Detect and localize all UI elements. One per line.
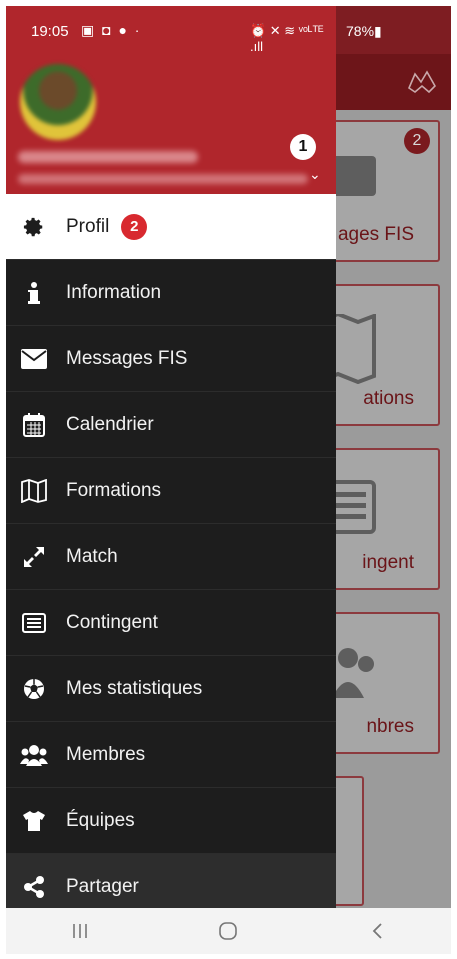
menu-item-label: Partager	[66, 875, 139, 897]
soccer-ball-icon	[20, 675, 48, 703]
info-icon	[20, 279, 48, 307]
menu-item-label: Formations	[66, 479, 162, 501]
menu-item-calendrier[interactable]: Calendrier	[6, 392, 336, 458]
menu-item-messages-fis[interactable]: Messages FIS	[6, 326, 336, 392]
menu-item-label: Information	[66, 281, 162, 303]
users-icon	[20, 741, 48, 769]
list-card-icon	[20, 609, 48, 637]
calendar-icon	[20, 411, 48, 439]
avatar[interactable]	[20, 64, 96, 140]
share-icon	[20, 873, 48, 901]
crest-logo-icon	[408, 70, 436, 94]
chevron-down-icon[interactable]: ⌄	[309, 166, 321, 183]
tile-label: nbres	[366, 716, 414, 737]
menu-item-label: Match	[66, 545, 118, 567]
tile-label: ages FIS	[337, 224, 414, 245]
status-bar: 19:05 ▣ ◘ ● · ⏰ ✕ ≋ ᵛᵒᴸᵀᴱ .ıll 78%▮	[6, 6, 382, 54]
battery-level: 78%▮	[346, 23, 382, 39]
menu-item-label: Profil	[66, 215, 110, 237]
recent-apps-icon	[73, 924, 87, 938]
menu-item-label: Messages FIS	[66, 347, 188, 369]
menu-item-profil[interactable]: Profil 2	[6, 194, 336, 260]
user-email-blurred	[18, 174, 308, 184]
back-button[interactable]	[347, 916, 407, 946]
navigation-drawer: 1 ⌄ Profil 2 Information Messages FIS Ca…	[6, 6, 336, 954]
menu-item-label: Calendrier	[66, 413, 154, 435]
status-time: 19:05	[31, 23, 69, 40]
recent-apps-button[interactable]	[50, 916, 110, 946]
menu-item-label: Contingent	[66, 611, 158, 633]
menu-item-label: Mes statistiques	[66, 677, 203, 699]
menu-item-contingent[interactable]: Contingent	[6, 590, 336, 656]
menu-item-equipes[interactable]: Équipes	[6, 788, 336, 854]
user-name-blurred	[18, 151, 198, 163]
system-icons: ⏰ ✕ ≋ ᵛᵒᴸᵀᴱ .ıll	[250, 23, 324, 54]
menu-item-membres[interactable]: Membres	[6, 722, 336, 788]
drawer-menu: Profil 2 Information Messages FIS Calend…	[6, 194, 336, 920]
menu-item-match[interactable]: Match	[6, 524, 336, 590]
callout-marker-1: 1	[290, 134, 316, 160]
phone-screen: 2 ages FIS ations ingent nbres 19:05 ▣ ◘…	[6, 6, 451, 954]
menu-item-label: Membres	[66, 743, 146, 765]
menu-item-mes-statistiques[interactable]: Mes statistiques	[6, 656, 336, 722]
shirt-icon	[20, 807, 48, 835]
gear-icon	[20, 213, 48, 241]
tile-badge: 2	[404, 128, 430, 154]
callout-marker-2: 2	[121, 213, 148, 240]
menu-item-formations[interactable]: Formations	[6, 458, 336, 524]
tile-label: ations	[363, 388, 414, 409]
home-button[interactable]	[198, 916, 258, 946]
menu-item-label: Équipes	[66, 809, 135, 831]
system-navigation-bar	[6, 908, 451, 954]
home-icon	[219, 922, 238, 940]
back-chevron-icon	[372, 923, 382, 939]
map-icon	[20, 477, 48, 505]
envelope-icon	[20, 345, 48, 373]
tile-label: ingent	[362, 552, 414, 573]
notification-icons: ▣ ◘ ● ·	[81, 22, 142, 38]
menu-item-information[interactable]: Information	[6, 260, 336, 326]
expand-arrows-icon	[20, 543, 48, 571]
